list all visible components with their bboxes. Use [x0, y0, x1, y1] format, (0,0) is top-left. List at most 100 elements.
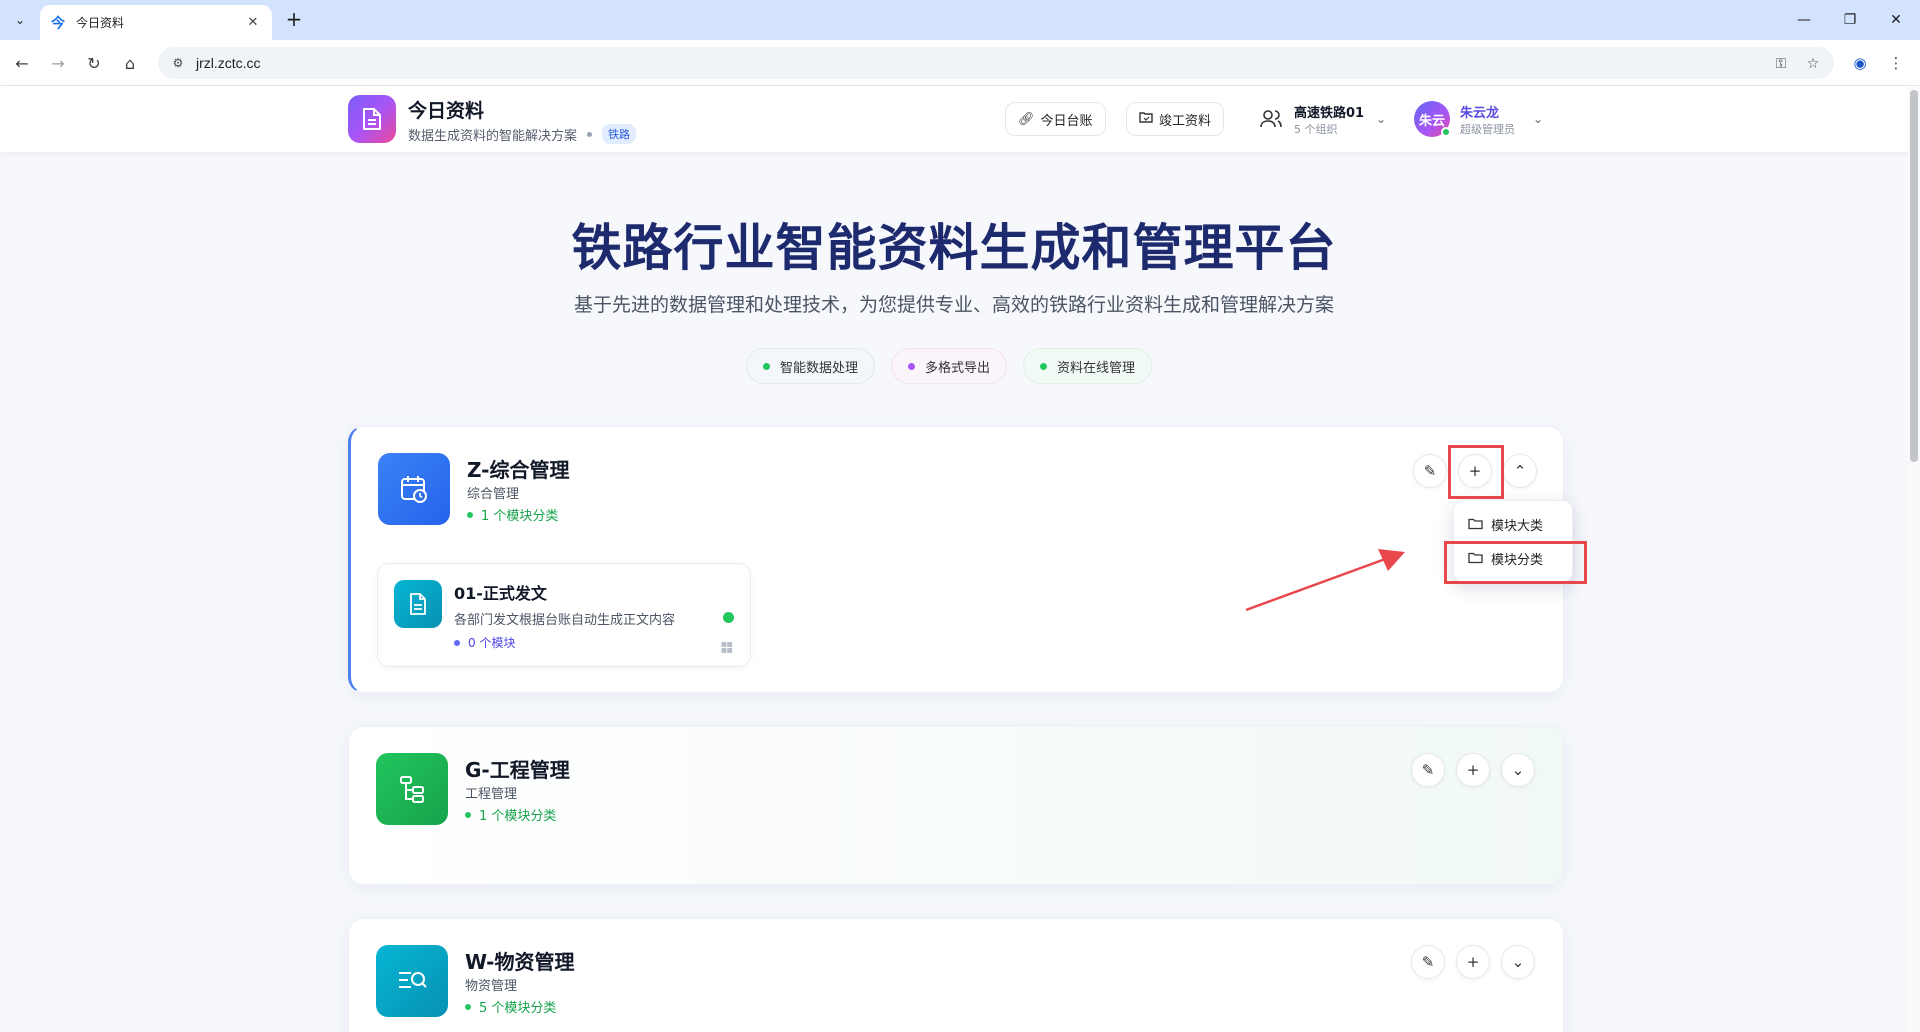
highlight-box-add-button: [1448, 445, 1504, 499]
home-icon[interactable]: ⌂: [118, 51, 142, 75]
add-plus-icon[interactable]: +: [1456, 753, 1490, 787]
menu-item-label: 模块大类: [1491, 518, 1544, 534]
today-ledger-button[interactable]: 🔗︎ 今日台账: [1005, 102, 1106, 136]
tagline-text: 数据生成资料的智能解决方案: [408, 128, 578, 144]
category-count-text: 1 个模块分类: [481, 509, 559, 524]
folder-check-icon: [1139, 111, 1153, 127]
edit-pencil-icon[interactable]: ✎: [1411, 945, 1445, 979]
annotation-arrow: [1245, 549, 1405, 612]
user-role: 超级管理员: [1460, 122, 1515, 136]
browser-tabbar: ⌄ 今 今日资料 ✕ + — ❐ ✕: [0, 0, 1920, 40]
online-status-dot: [1441, 127, 1451, 137]
module-count: 0 个模块: [454, 634, 515, 651]
chip-dot: [1040, 362, 1048, 370]
category-count: 1 个模块分类: [467, 505, 558, 524]
module-title: 01-正式发文: [454, 584, 547, 603]
document-icon: [394, 580, 442, 628]
module-count-text: 0 个模块: [468, 636, 516, 650]
calendar-clock-icon: [378, 453, 450, 525]
chevron-down-icon[interactable]: ⌄: [1501, 945, 1535, 979]
completion-docs-button[interactable]: 竣工资料: [1126, 102, 1225, 136]
category-card-w[interactable]: W-物资管理 物资管理 5 个模块分类 ✎ + ⌄: [348, 918, 1564, 1032]
category-subtitle: 物资管理: [465, 979, 518, 994]
count-dot: [465, 811, 471, 818]
new-tab-plus-icon[interactable]: +: [282, 8, 306, 32]
tab-title: 今日资料: [76, 16, 125, 30]
org-name: 高速铁路01: [1294, 105, 1365, 121]
menu-dots-icon[interactable]: ⋮: [1884, 51, 1908, 75]
hierarchy-tree-icon: [376, 753, 448, 825]
chevron-down-icon: ⌄: [1533, 112, 1544, 126]
user-menu[interactable]: 朱云 朱云龙 超级管理员 ⌄: [1414, 99, 1543, 139]
chip-dot: [763, 362, 770, 370]
menu-item-module-category[interactable]: 模块大类: [1454, 507, 1572, 541]
category-count: 5 个模块分类: [465, 997, 556, 1016]
forward-arrow-icon[interactable]: →: [46, 51, 70, 75]
edit-pencil-icon[interactable]: ✎: [1413, 454, 1447, 488]
site-info-icon[interactable]: ⚙: [168, 53, 188, 73]
separator-dot: [587, 131, 593, 137]
app-tagline: 数据生成资料的智能解决方案 铁路: [408, 124, 637, 144]
browser-toolbar: ← → ↻ ⌂ ⚙ jrzl.zctc.cc ⚿ ☆ ◉ ⋮: [0, 40, 1920, 86]
minimize-icon[interactable]: —: [1788, 6, 1820, 34]
module-card[interactable]: 01-正式发文 各部门发文根据台账自动生成正文内容 0 个模块 ▪▪ ▪▪: [377, 563, 751, 667]
category-count-text: 1 个模块分类: [479, 809, 557, 824]
url-text: jrzl.zctc.cc: [196, 55, 261, 71]
feature-chip: 资料在线管理: [1023, 348, 1153, 384]
avatar-text: 朱云: [1418, 113, 1445, 129]
user-name: 朱云龙: [1460, 105, 1500, 121]
chip-dot: [908, 362, 916, 370]
chip-label: 多格式导出: [925, 360, 991, 376]
category-subtitle: 综合管理: [467, 487, 520, 502]
chip-label: 智能数据处理: [780, 360, 859, 376]
tab-close-icon[interactable]: ✕: [244, 15, 262, 30]
category-title: Z-综合管理: [467, 458, 570, 482]
close-window-icon[interactable]: ✕: [1880, 6, 1912, 34]
completion-docs-label: 竣工资料: [1159, 113, 1212, 129]
tab-favicon-icon: 今: [51, 15, 65, 32]
category-count: 1 个模块分类: [465, 805, 556, 824]
chevron-down-icon[interactable]: ⌄: [1501, 753, 1535, 787]
tab-search-chevron-icon[interactable]: ⌄: [8, 8, 32, 32]
link-icon: 🔗︎: [1018, 111, 1035, 127]
module-description: 各部门发文根据台账自动生成正文内容: [454, 613, 676, 628]
industry-badge: 铁路: [602, 124, 637, 144]
page-title: 铁路行业智能资料生成和管理平台: [571, 219, 1337, 277]
org-switcher[interactable]: 高速铁路01 5 个组织 ⌄: [1258, 101, 1386, 137]
feature-chip: 智能数据处理: [746, 348, 876, 384]
page-scrollbar[interactable]: [1908, 86, 1920, 1032]
count-dot: [467, 511, 473, 518]
status-dot: [723, 612, 734, 623]
restore-icon[interactable]: ❐: [1834, 6, 1866, 34]
users-icon: [1260, 110, 1282, 128]
browser-tab[interactable]: 今 今日资料 ✕: [40, 5, 272, 40]
feature-chip: 多格式导出: [891, 348, 1008, 384]
app-name: 今日资料: [408, 100, 485, 122]
list-search-icon: [376, 945, 448, 1017]
app-logo-document-icon[interactable]: [348, 95, 396, 143]
highlight-box-menu-item: [1444, 541, 1587, 584]
category-title: W-物资管理: [465, 950, 575, 974]
folder-icon: [1468, 518, 1483, 530]
bookmark-star-icon[interactable]: ☆: [1802, 53, 1824, 75]
reload-icon[interactable]: ↻: [82, 51, 106, 75]
chevron-up-icon[interactable]: ⌃: [1503, 454, 1537, 488]
edit-pencil-icon[interactable]: ✎: [1411, 753, 1445, 787]
category-count-text: 5 个模块分类: [479, 1001, 557, 1016]
org-count: 5 个组织: [1294, 122, 1338, 136]
feature-chips: 智能数据处理 多格式导出 资料在线管理: [746, 348, 1153, 384]
today-ledger-label: 今日台账: [1040, 113, 1093, 129]
count-dot: [454, 639, 460, 646]
add-plus-icon[interactable]: +: [1456, 945, 1490, 979]
address-bar[interactable]: ⚙ jrzl.zctc.cc ⚿ ☆: [158, 47, 1834, 79]
profile-icon[interactable]: ◉: [1848, 51, 1872, 75]
key-icon[interactable]: ⚿: [1770, 53, 1792, 75]
category-card-g[interactable]: G-工程管理 工程管理 1 个模块分类 ✎ + ⌄: [348, 726, 1564, 885]
back-arrow-icon[interactable]: ←: [10, 51, 34, 75]
drag-handle-icon[interactable]: ▪▪ ▪▪: [720, 640, 733, 656]
avatar: 朱云: [1414, 101, 1451, 137]
category-title: G-工程管理: [465, 758, 570, 782]
chevron-down-icon: ⌄: [1376, 112, 1387, 126]
scrollbar-thumb[interactable]: [1910, 90, 1918, 462]
category-subtitle: 工程管理: [465, 787, 518, 802]
